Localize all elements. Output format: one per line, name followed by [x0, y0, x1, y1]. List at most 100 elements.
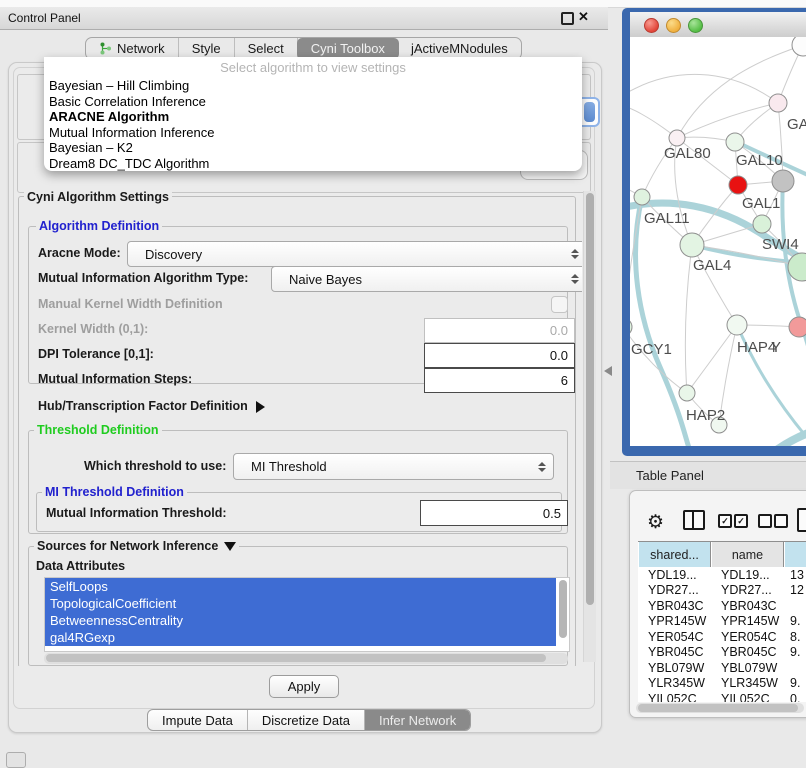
close-icon[interactable]: ✕: [578, 9, 589, 25]
tab-cyni-toolbox[interactable]: Cyni Toolbox: [297, 38, 399, 59]
vertical-scrollbar-thumb[interactable]: [586, 193, 594, 605]
mi-steps-field[interactable]: 6: [424, 368, 575, 393]
deselect-all-checkbox-icon[interactable]: [758, 514, 772, 528]
column-header-clipped[interactable]: [784, 542, 806, 568]
table-row[interactable]: YBR043CYBR043C: [638, 598, 806, 614]
column-header-shared[interactable]: shared...: [638, 542, 711, 568]
network-node[interactable]: [669, 130, 685, 146]
network-edge[interactable]: [630, 105, 677, 138]
network-node[interactable]: [729, 176, 747, 194]
settings-vertical-scrollbar[interactable]: [583, 191, 596, 662]
table-cell: YBR043C: [711, 599, 784, 613]
dpi-tolerance-label: DPI Tolerance [0,1]:: [38, 347, 154, 361]
table-cell: YDL19...: [711, 568, 784, 582]
network-node[interactable]: [769, 94, 787, 112]
network-edge-highlighted[interactable]: [636, 197, 690, 446]
table-row[interactable]: YBR045CYBR045C9.: [638, 645, 806, 661]
algorithm-option[interactable]: Mutual Information Inference: [47, 125, 579, 141]
network-icon: [99, 42, 112, 55]
network-edge[interactable]: [630, 74, 778, 103]
network-node[interactable]: [727, 315, 747, 335]
network-node[interactable]: [630, 318, 632, 336]
network-node-label: GAL10: [736, 152, 783, 169]
mi-algorithm-type-combobox[interactable]: Naive Bayes: [271, 266, 582, 292]
network-node[interactable]: [726, 133, 744, 151]
table-scrollbar-thumb[interactable]: [638, 704, 798, 712]
float-window-icon[interactable]: [561, 12, 574, 25]
sources-title[interactable]: Sources for Network Inference: [34, 539, 239, 553]
table-panel-title: Table Panel: [610, 468, 704, 483]
network-canvas[interactable]: GALGAL80GAL10GAL1GAL11SWI4GAL4HAP4YGCY1H…: [630, 37, 806, 446]
split-columns-icon[interactable]: [683, 510, 705, 530]
table-row[interactable]: YLR345WYLR345W9.: [638, 676, 806, 692]
algorithm-option[interactable]: Dream8 DC_TDC Algorithm: [47, 156, 579, 172]
table-row[interactable]: YDL19...YDL19...13: [638, 567, 806, 583]
document-icon[interactable]: [797, 508, 806, 532]
column-header-name[interactable]: name: [711, 542, 784, 568]
table-body[interactable]: YDL19...YDL19...13YDR27...YDR27...12YBR0…: [638, 567, 806, 702]
attribute-item[interactable]: BetweennessCentrality: [45, 612, 556, 629]
attribute-item[interactable]: SelfLoops: [45, 578, 556, 595]
hub-tf-expander[interactable]: Hub/Transcription Factor Definition: [38, 399, 265, 413]
which-threshold-combobox[interactable]: MI Threshold: [233, 453, 554, 480]
table-row[interactable]: YPR145WYPR145W9.: [638, 614, 806, 630]
tab-style[interactable]: Style: [179, 38, 235, 59]
network-edge[interactable]: [677, 103, 778, 138]
algorithm-option[interactable]: Bayesian – Hill Climbing: [47, 78, 579, 94]
network-edge[interactable]: [677, 45, 803, 138]
table-row[interactable]: YDR27...YDR27...12: [638, 583, 806, 599]
table-cell: 9.: [784, 645, 800, 659]
aracne-mode-combobox[interactable]: Discovery: [127, 241, 582, 267]
algorithm-option[interactable]: Basic Correlation Inference: [47, 94, 579, 110]
tab-select[interactable]: Select: [235, 38, 298, 59]
table-cell: 0.: [784, 692, 800, 702]
network-node[interactable]: [679, 385, 695, 401]
manual-kernel-width-checkbox[interactable]: [551, 296, 568, 313]
tab-jactivemnodules-label: jActiveMNodules: [411, 41, 508, 56]
algorithm-dropdown: Select algorithm to view settings Bayesi…: [44, 57, 582, 171]
network-node[interactable]: [772, 170, 794, 192]
tab-network[interactable]: Network: [86, 38, 179, 59]
collapsed-panel-icon[interactable]: [6, 752, 26, 768]
network-node[interactable]: [634, 189, 650, 205]
zoom-traffic-light-icon[interactable]: [688, 18, 703, 33]
sources-horizontal-scrollbar[interactable]: [44, 653, 568, 664]
select-all-checkbox-icon[interactable]: ✓: [718, 514, 732, 528]
network-node[interactable]: [792, 37, 806, 56]
impute-data-button[interactable]: Impute Data: [148, 710, 248, 730]
infer-network-button[interactable]: Infer Network: [365, 710, 470, 730]
close-traffic-light-icon[interactable]: [644, 18, 659, 33]
table-row[interactable]: YBL079WYBL079W: [638, 660, 806, 676]
desktop: { "app": {"title": "Control Panel", "flo…: [0, 0, 806, 762]
which-threshold-value: MI Threshold: [251, 459, 327, 474]
horizontal-scrollbar-thumb[interactable]: [46, 654, 546, 662]
select-all-checkbox2-icon[interactable]: ✓: [734, 514, 748, 528]
minimize-traffic-light-icon[interactable]: [666, 18, 681, 33]
dpi-tolerance-field[interactable]: 0.0: [424, 343, 575, 368]
table-cell: YLR345W: [711, 676, 784, 690]
mi-threshold-field[interactable]: 0.5: [420, 500, 568, 526]
network-node-label: GAL4: [693, 257, 731, 274]
deselect-all-checkbox2-icon[interactable]: [774, 514, 788, 528]
network-node[interactable]: [789, 317, 806, 337]
table-row[interactable]: YIL052CYIL052C0.: [638, 691, 806, 702]
algorithm-option[interactable]: ARACNE Algorithm: [47, 109, 579, 125]
network-node[interactable]: [753, 215, 771, 233]
kernel-width-field[interactable]: 0.0: [424, 318, 575, 343]
table-row[interactable]: YER054CYER054C8.: [638, 629, 806, 645]
data-attributes-list[interactable]: SelfLoopsTopologicalCoefficientBetweenne…: [44, 577, 570, 652]
list-scrollbar-thumb[interactable]: [559, 580, 567, 638]
tab-jactivemnodules[interactable]: jActiveMNodules: [398, 38, 521, 59]
network-edge-highlighted[interactable]: [782, 181, 806, 417]
table-horizontal-scrollbar[interactable]: [636, 703, 804, 713]
apply-button[interactable]: Apply: [269, 675, 339, 698]
attribute-item[interactable]: TopologicalCoefficient: [45, 595, 556, 612]
network-edge[interactable]: [778, 103, 783, 181]
gear-icon[interactable]: ⚙: [647, 511, 664, 534]
network-node[interactable]: [680, 233, 704, 257]
network-edge[interactable]: [685, 245, 692, 393]
algorithm-option[interactable]: Bayesian – K2: [47, 140, 579, 156]
network-edge-highlighted[interactable]: [775, 425, 806, 446]
discretize-data-button[interactable]: Discretize Data: [248, 710, 365, 730]
attribute-item[interactable]: gal4RGexp: [45, 629, 556, 646]
